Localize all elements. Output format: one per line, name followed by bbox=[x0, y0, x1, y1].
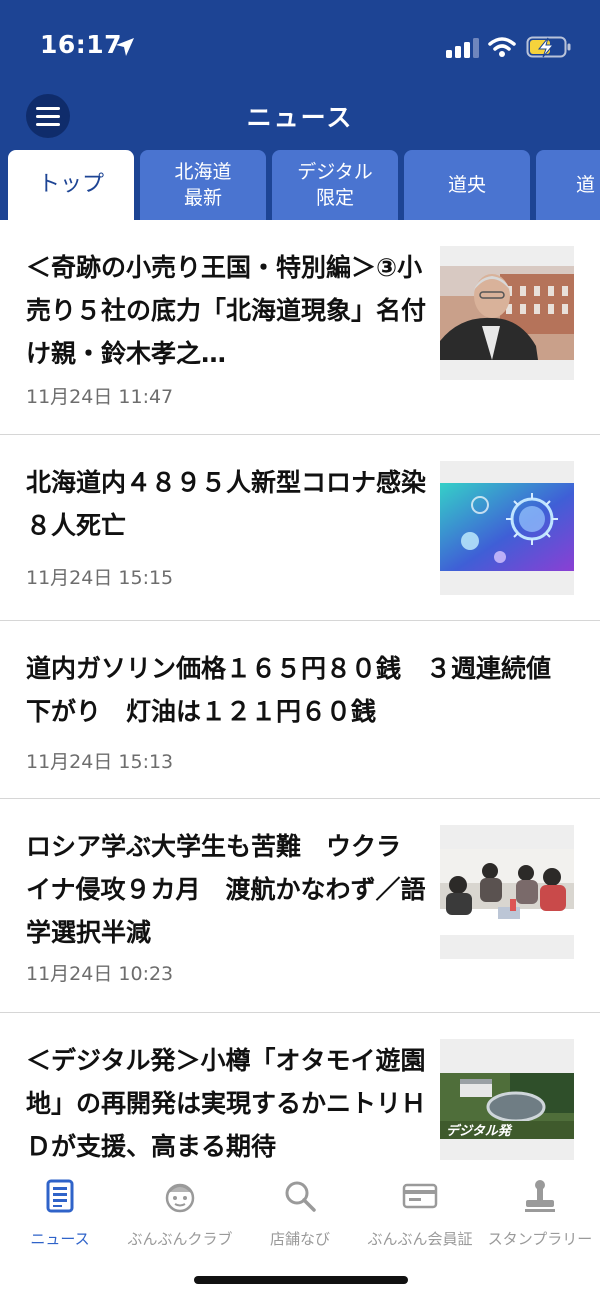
article-thumbnail bbox=[440, 825, 574, 959]
students-at-table-image bbox=[440, 825, 574, 959]
category-tabs: トップ 北海道 最新 デジタル 限定 道央 道 bbox=[0, 150, 600, 220]
article-date: 11月24日 15:15 bbox=[26, 567, 174, 589]
nav-label: ぶんぶん会員証 bbox=[367, 1230, 473, 1248]
tab-douo[interactable]: 道央 bbox=[404, 150, 530, 220]
aerial-site-image: デジタル発 bbox=[440, 1039, 574, 1160]
article-thumbnail bbox=[440, 246, 574, 380]
nav-member-card[interactable]: ぶんぶん会員証 bbox=[360, 1178, 480, 1249]
battery-charging-icon bbox=[526, 36, 571, 58]
status-time: 16:17 bbox=[40, 30, 123, 59]
page-title: ニュース bbox=[246, 103, 354, 132]
article-title: ロシア学ぶ大学生も苦難 ウクライナ侵攻９カ月 渡航かなわず／語学選択半減 bbox=[26, 832, 426, 947]
tab-label: デジタル 限定 bbox=[297, 161, 373, 209]
nav-bunbun-club[interactable]: ぶんぶんクラブ bbox=[120, 1178, 240, 1249]
tab-label: 道 bbox=[576, 174, 596, 196]
nav-store-navi[interactable]: 店舗なび bbox=[240, 1178, 360, 1249]
article-thumbnail: デジタル発 bbox=[440, 1039, 574, 1160]
tab-label: トップ bbox=[37, 172, 104, 197]
nav-label: 店舗なび bbox=[269, 1230, 330, 1248]
tab-label: 北海道 最新 bbox=[174, 161, 232, 209]
article-list: ＜奇跡の小売り王国・特別編＞③小売り５社の底力「北海道現象」名付け親・鈴木孝之…… bbox=[0, 220, 600, 1160]
article-thumbnail bbox=[440, 461, 574, 595]
tab-digital-limited[interactable]: デジタル 限定 bbox=[272, 150, 398, 220]
location-arrow-icon bbox=[116, 38, 134, 56]
newspaper-icon bbox=[46, 1179, 74, 1213]
article-title: ＜奇跡の小売り王国・特別編＞③小売り５社の底力「北海道現象」名付け親・鈴木孝之… bbox=[26, 253, 427, 368]
nav-label: スタンプラリー bbox=[487, 1230, 593, 1248]
nav-label: ぶんぶんクラブ bbox=[127, 1230, 233, 1248]
mascot-icon bbox=[165, 1183, 195, 1213]
nav-stamp-rally[interactable]: スタンプラリー bbox=[480, 1178, 600, 1249]
tab-next[interactable]: 道 bbox=[536, 150, 600, 220]
tab-label: 道央 bbox=[447, 174, 486, 196]
home-indicator[interactable] bbox=[194, 1276, 408, 1284]
article-item[interactable]: ＜奇跡の小売り王国・特別編＞③小売り５社の底力「北海道現象」名付け親・鈴木孝之…… bbox=[0, 220, 600, 435]
article-title: 北海道内４８９５人新型コロナ感染 ８人死亡 bbox=[26, 468, 452, 540]
article-item[interactable]: 北海道内４８９５人新型コロナ感染 ８人死亡 11月24日 15:15 bbox=[0, 435, 600, 621]
article-item[interactable]: ロシア学ぶ大学生も苦難 ウクライナ侵攻９カ月 渡航かなわず／語学選択半減 11月… bbox=[0, 799, 600, 1013]
search-icon bbox=[285, 1181, 316, 1212]
thumbnail-caption: デジタル発 bbox=[446, 1123, 513, 1139]
virus-illustration-image bbox=[440, 461, 574, 595]
article-date: 11月24日 15:13 bbox=[26, 751, 174, 773]
article-date: 11月24日 10:23 bbox=[26, 963, 174, 985]
article-item[interactable]: ＜デジタル発＞小樽「オタモイ遊園地」の再開発は実現するかニトリＨＤが支援、高まる… bbox=[0, 1013, 600, 1160]
member-card-icon bbox=[402, 1183, 438, 1209]
tab-top[interactable]: トップ bbox=[8, 150, 134, 220]
nav-label: ニュース bbox=[30, 1230, 90, 1248]
article-item[interactable]: 道内ガソリン価格１６５円８０銭 ３週連続値下がり 灯油は１２１円６０銭 11月2… bbox=[0, 621, 600, 799]
tab-hokkaido-latest[interactable]: 北海道 最新 bbox=[140, 150, 266, 220]
article-title: ＜デジタル発＞小樽「オタモイ遊園地」の再開発は実現するかニトリＨＤが支援、高まる… bbox=[26, 1046, 427, 1160]
app-header: 16:17 ニュース トップ 北海道 最新 デジタル 限定 道央 道 bbox=[0, 0, 600, 220]
nav-news[interactable]: ニュース bbox=[0, 1178, 120, 1249]
article-date: 11月24日 11:47 bbox=[26, 386, 174, 408]
article-title: 道内ガソリン価格１６５円８０銭 ３週連続値下がり 灯油は１２１円６０銭 bbox=[26, 654, 552, 726]
man-portrait-image bbox=[440, 246, 574, 380]
stamp-icon bbox=[525, 1180, 555, 1212]
wifi-icon bbox=[488, 37, 516, 57]
cellular-signal-icon bbox=[446, 38, 479, 58]
